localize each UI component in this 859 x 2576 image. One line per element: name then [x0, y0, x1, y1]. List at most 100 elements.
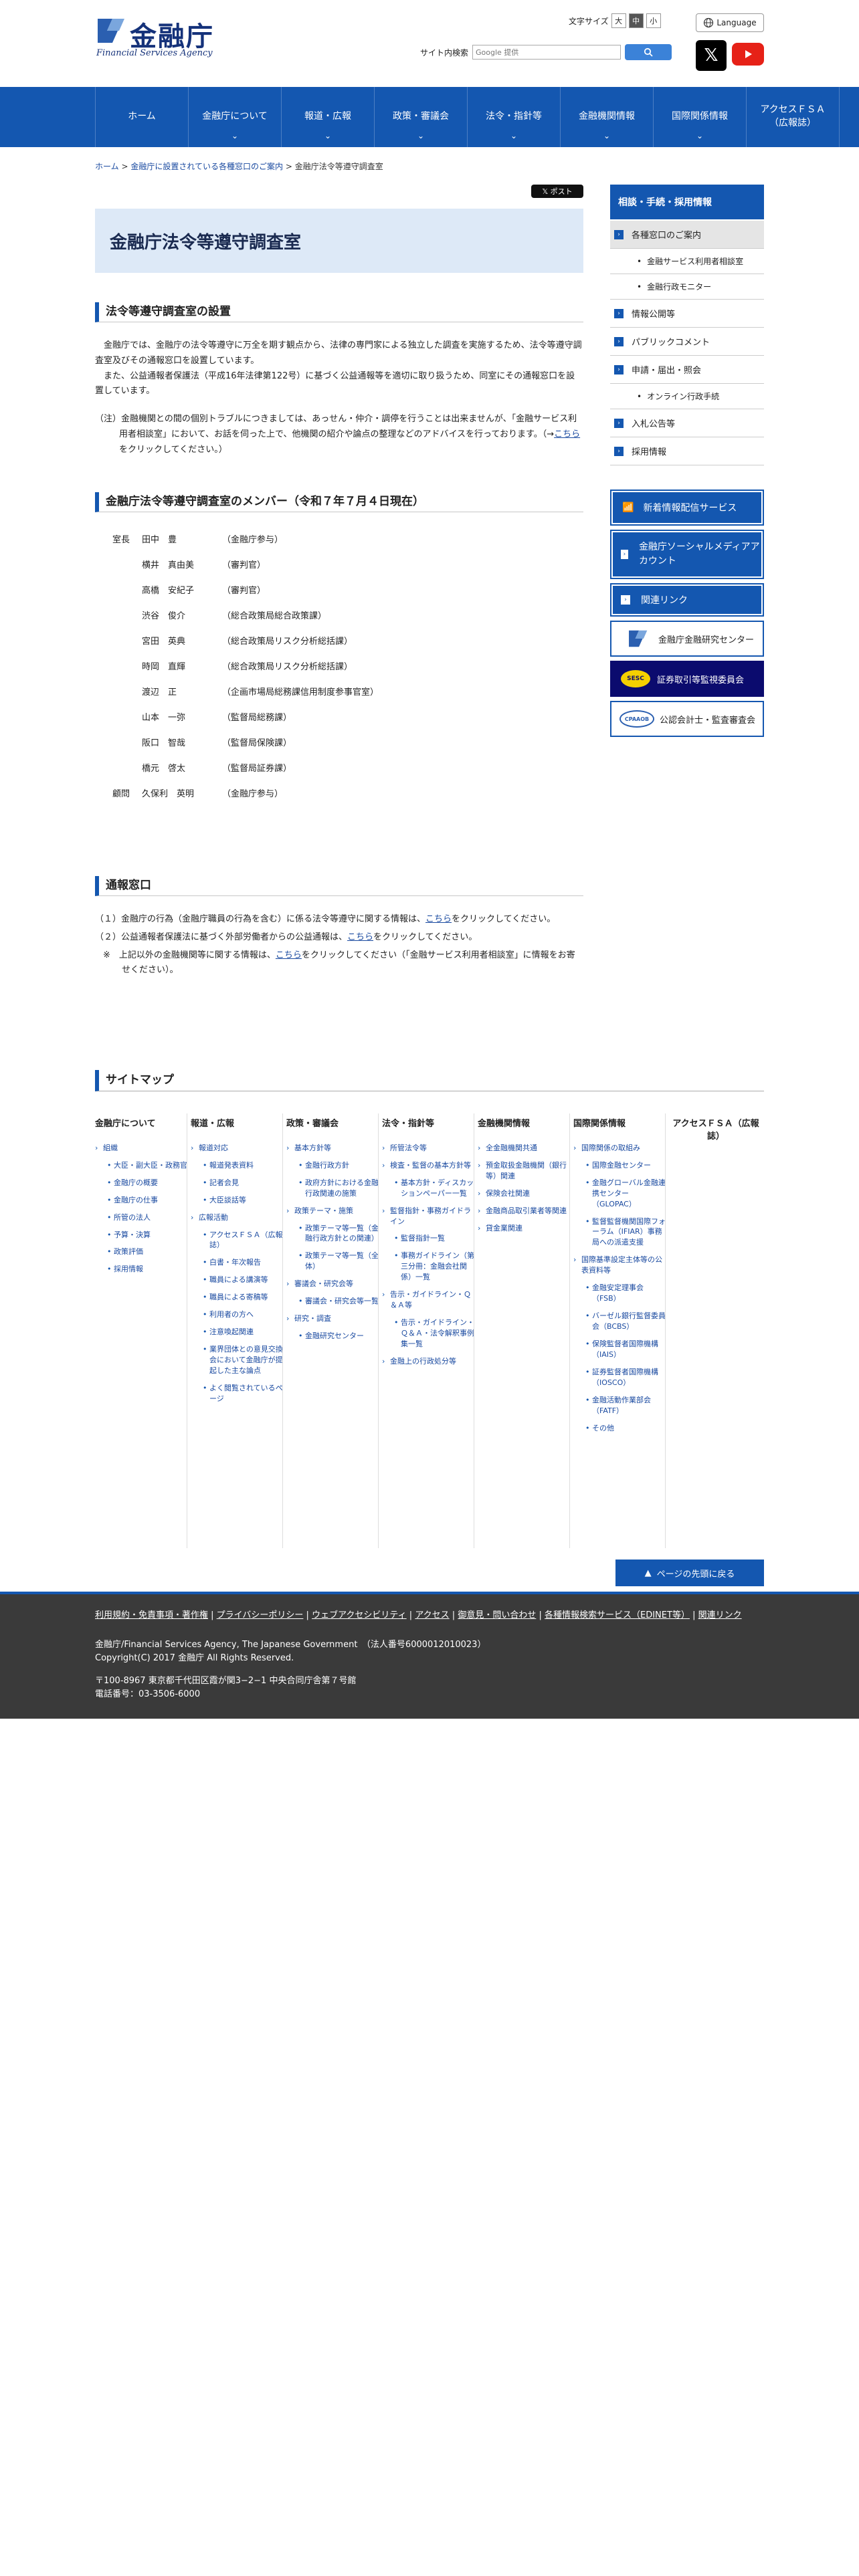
sitemap-link[interactable]: 告示・ガイドライン・Ｑ＆Ａ・法令解釈事例集一覧	[382, 1317, 476, 1350]
consultation-link[interactable]: こちら	[554, 429, 580, 439]
sitemap-link[interactable]: 報道発表資料	[191, 1160, 284, 1171]
sesc-banner[interactable]: SESC 証券取引等監視委員会	[610, 661, 764, 697]
sitemap-link[interactable]: 基本方針等	[286, 1143, 380, 1154]
gnav-about[interactable]: 金融庁について ⌄	[189, 87, 282, 147]
sitemap-link[interactable]: 証券監督者国際機構（IOSCO）	[573, 1367, 667, 1388]
sitemap-link[interactable]: 基本方針・ディスカッションペーパー一覧	[382, 1178, 476, 1199]
sitemap-link[interactable]: 金融行政方針	[286, 1160, 380, 1171]
font-size-large-button[interactable]: 大	[611, 13, 626, 28]
sitemap-link[interactable]: バーゼル銀行監督委員会（BCBS）	[573, 1311, 667, 1332]
sitemap-link[interactable]: 政策テーマ・施策	[286, 1206, 380, 1216]
sitemap-link[interactable]: 注意喚起関連	[191, 1327, 284, 1337]
sitemap-link[interactable]: 金融活動作業部会（FATF）	[573, 1395, 667, 1416]
sitemap-link[interactable]: 所管法令等	[382, 1143, 476, 1154]
sidebar-item[interactable]: • 金融行政モニター	[610, 274, 764, 300]
reporting-link-1[interactable]: こちら	[425, 914, 452, 924]
sitemap-link[interactable]: 金融商品取引業者等関連	[478, 1206, 571, 1216]
sitemap-link[interactable]: 組織	[95, 1143, 189, 1154]
reporting-link-3[interactable]: こちら	[276, 950, 302, 960]
site-logo[interactable]: 金融庁 Financial Services Agency	[95, 16, 242, 63]
x-twitter-icon[interactable]: 𝕏	[696, 40, 727, 71]
sitemap-link[interactable]: 審議会・研究会等一覧	[286, 1296, 380, 1307]
tweet-button[interactable]: 𝕏 ポスト	[531, 185, 583, 198]
related-links-button[interactable]: › 関連リンク	[610, 583, 764, 617]
sitemap-link[interactable]: 金融安定理事会（FSB）	[573, 1283, 667, 1304]
sitemap-link[interactable]: 保険監督者国際機構（IAIS）	[573, 1339, 667, 1360]
sitemap-link[interactable]: 白書・年次報告	[191, 1257, 284, 1268]
reporting-link-2[interactable]: こちら	[347, 932, 373, 942]
sitemap-link[interactable]: 報道対応	[191, 1143, 284, 1154]
sitemap-link[interactable]: 大臣・副大臣・政務官	[95, 1160, 189, 1171]
sitemap-link[interactable]: アクセスＦＳＡ（広報誌）	[191, 1230, 284, 1251]
sitemap-link[interactable]: 政策テーマ等一覧（全体）	[286, 1251, 380, 1272]
sitemap-link[interactable]: 審議会・研究会等	[286, 1279, 380, 1289]
cpaaob-banner[interactable]: CPAAOB 公認会計士・監査審査会	[610, 701, 764, 737]
gnav-institutions[interactable]: 金融機関情報 ⌄	[561, 87, 654, 147]
sitemap-link[interactable]: 国際金融センター	[573, 1160, 667, 1171]
sitemap-link[interactable]: 金融庁の仕事	[95, 1195, 189, 1206]
sidebar-item[interactable]: • 金融サービス利用者相談室	[610, 249, 764, 274]
footer-link[interactable]: ウェブアクセシビリティ	[312, 1610, 407, 1620]
sitemap-link[interactable]: 監督指針一覧	[382, 1233, 476, 1244]
page-top-button[interactable]: ▲ ページの先頭に戻る	[615, 1560, 764, 1586]
sitemap-link[interactable]: 保険会社関連	[478, 1188, 571, 1199]
footer-link[interactable]: 利用規約・免責事項・著作権	[95, 1610, 208, 1620]
sitemap-link[interactable]: 国際基準設定主体等の公表資料等	[573, 1255, 667, 1276]
sitemap-link[interactable]: 研究・調査	[286, 1313, 380, 1324]
sitemap-link[interactable]: 金融上の行政処分等	[382, 1356, 476, 1367]
font-size-medium-button[interactable]: 中	[628, 13, 644, 28]
footer-link[interactable]: アクセス	[415, 1610, 449, 1620]
sitemap-link[interactable]: 利用者の方へ	[191, 1309, 284, 1320]
sidebar-item[interactable]: › パブリックコメント	[610, 328, 764, 356]
font-size-small-button[interactable]: 小	[646, 13, 661, 28]
footer-link[interactable]: 各種情報検索サービス（EDINET等）	[545, 1610, 690, 1620]
sitemap-link[interactable]: 広報活動	[191, 1212, 284, 1223]
gnav-access-fsa[interactable]: アクセスＦＳＡ （広報誌）	[747, 87, 840, 147]
gnav-home[interactable]: ホーム	[96, 87, 189, 147]
sitemap-link[interactable]: 金融研究センター	[286, 1331, 380, 1341]
breadcrumb-parent-link[interactable]: 金融庁に設置されている各種窓口のご案内	[130, 162, 283, 171]
footer-link[interactable]: 御意見・問い合わせ	[458, 1610, 536, 1620]
sitemap-link[interactable]: よく閲覧されているページ	[191, 1383, 284, 1404]
sitemap-link[interactable]: 全金融機関共通	[478, 1143, 571, 1154]
gnav-international[interactable]: 国際関係情報 ⌄	[654, 87, 747, 147]
sitemap-column-title[interactable]: 金融庁について	[95, 1118, 189, 1131]
sitemap-link[interactable]: 金融グローバル金融連携センター（GLOPAC）	[573, 1178, 667, 1210]
sidebar-item[interactable]: • オンライン行政手続	[610, 384, 764, 409]
sitemap-link[interactable]: 職員による講演等	[191, 1275, 284, 1285]
sitemap-link[interactable]: 政府方針における金融行政関連の施策	[286, 1178, 380, 1199]
sitemap-column-title[interactable]: アクセスＦＳＡ（広報誌）	[669, 1118, 763, 1144]
sitemap-link[interactable]: 予算・決算	[95, 1230, 189, 1241]
search-input[interactable]: Google 提供	[472, 45, 622, 60]
sitemap-column-title[interactable]: 金融機関情報	[478, 1118, 571, 1131]
sitemap-link[interactable]: 金融庁の概要	[95, 1178, 189, 1188]
sitemap-column-title[interactable]: 法令・指針等	[382, 1118, 476, 1131]
youtube-icon[interactable]	[732, 43, 764, 66]
sidebar-item[interactable]: › 情報公開等	[610, 300, 764, 328]
sitemap-column-title[interactable]: 政策・審議会	[286, 1118, 380, 1131]
footer-link[interactable]: 関連リンク	[698, 1610, 742, 1620]
sidebar-item[interactable]: › 採用情報	[610, 437, 764, 465]
sitemap-link[interactable]: 政策評価	[95, 1247, 189, 1257]
social-media-button[interactable]: › 金融庁ソーシャルメディアアカウント	[610, 530, 764, 579]
sitemap-link[interactable]: 大臣談話等	[191, 1195, 284, 1206]
sitemap-link[interactable]: 預金取扱金融機関（銀行等）関連	[478, 1160, 571, 1182]
sitemap-column-title[interactable]: 報道・広報	[191, 1118, 284, 1131]
sitemap-link[interactable]: 国際関係の取組み	[573, 1143, 667, 1154]
sitemap-link[interactable]: その他	[573, 1423, 667, 1434]
mail-service-button[interactable]: 📶 新着情報配信サービス	[610, 490, 764, 526]
sitemap-link[interactable]: 検査・監督の基本方針等	[382, 1160, 476, 1171]
sidebar-item[interactable]: › 申請・届出・照会	[610, 356, 764, 384]
sidebar-item[interactable]: › 各種窓口のご案内	[610, 221, 764, 249]
gnav-laws[interactable]: 法令・指針等 ⌄	[468, 87, 561, 147]
sitemap-link[interactable]: 告示・ガイドライン・Ｑ＆Ａ等	[382, 1289, 476, 1311]
sitemap-link[interactable]: 監督指針・事務ガイドライン	[382, 1206, 476, 1227]
footer-link[interactable]: プライバシーポリシー	[217, 1610, 304, 1620]
sitemap-link[interactable]: 貸金業関連	[478, 1223, 571, 1234]
sitemap-link[interactable]: 所管の法人	[95, 1212, 189, 1223]
sitemap-link[interactable]: 職員による寄稿等	[191, 1292, 284, 1303]
sitemap-link[interactable]: 記者会見	[191, 1178, 284, 1188]
gnav-policy[interactable]: 政策・審議会 ⌄	[375, 87, 468, 147]
sitemap-link[interactable]: 採用情報	[95, 1264, 189, 1275]
research-center-banner[interactable]: 金融庁金融研究センター	[610, 621, 764, 657]
